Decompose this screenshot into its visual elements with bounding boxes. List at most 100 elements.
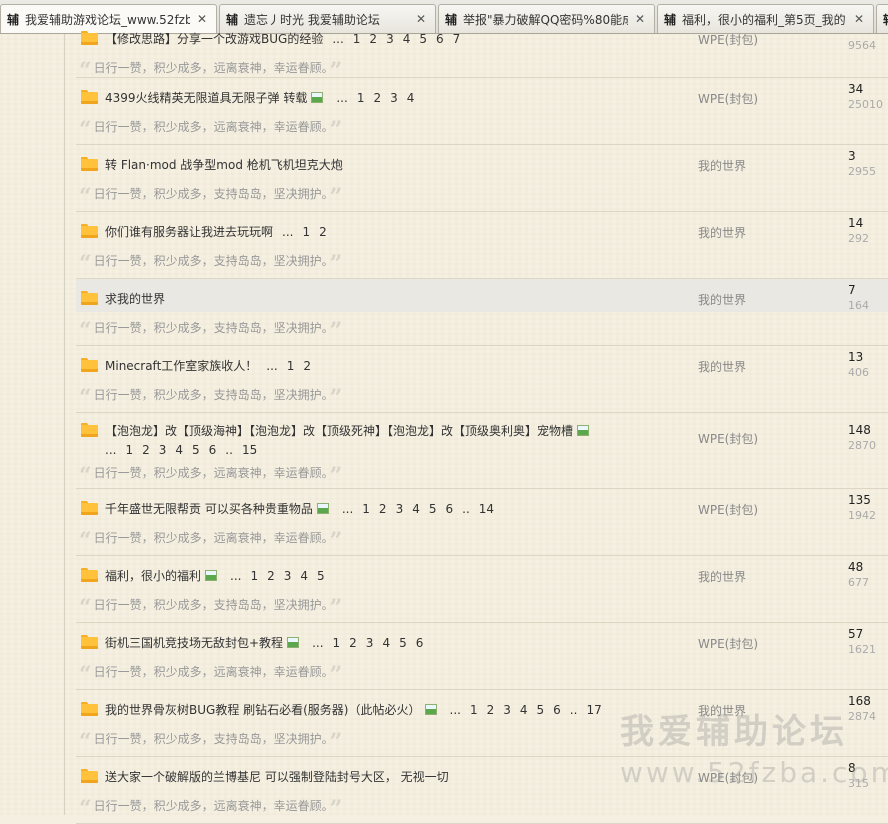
page-link[interactable]: 15	[242, 443, 257, 457]
page-link[interactable]: 2	[349, 636, 357, 650]
page-link[interactable]: 7	[453, 32, 461, 46]
thread-title-text[interactable]: 街机三国机竞技场无敌封包+教程	[105, 636, 283, 650]
thread-title[interactable]: 我的世界骨灰树BUG教程 刷钻石必看(服务器)（此帖必火）... 1 2 3 4 5 6..…	[105, 701, 602, 718]
page-link[interactable]: 1	[302, 225, 310, 239]
forum-name[interactable]: 我的世界	[698, 291, 746, 308]
page-link[interactable]: 2	[303, 359, 311, 373]
thread-row[interactable]: 转 Flan·mod 战争型mod 枪机飞机坦克大炮 我的世界 3 2955 “日行一赞…	[76, 145, 888, 212]
page-link[interactable]: 3	[503, 703, 511, 717]
page-link[interactable]: 1	[353, 32, 361, 46]
thread-title[interactable]: 送大家一个破解版的兰博基尼 可以强制登陆封号大区， 无视一切	[105, 768, 449, 785]
page-ellipsis: ...	[282, 225, 294, 239]
thread-title[interactable]: 街机三国机竞技场无敌封包+教程 ... 1 2 3 4 5 6	[105, 634, 423, 651]
signature-line: “日行一赞，积少成多，支持岛岛，坚决拥护。”	[79, 729, 342, 755]
quote-open-icon: “	[79, 729, 92, 755]
page-link[interactable]: 1	[333, 636, 341, 650]
page-link[interactable]: 1	[470, 703, 478, 717]
page-link[interactable]: 4	[300, 569, 308, 583]
page-link[interactable]: 6	[209, 443, 217, 457]
page-links: ... 1 2 3 4 5 6.. 17	[441, 703, 602, 717]
thread-row[interactable]: 求我的世界 我的世界 7 164 “日行一赞，积少成多，支持岛岛，坚决拥护。”	[76, 279, 888, 346]
page-link[interactable]: 3	[396, 502, 404, 516]
page-link[interactable]: 6	[436, 32, 444, 46]
folder-icon	[81, 702, 98, 716]
thread-row[interactable]: 【泡泡龙】改【顶级海神】【泡泡龙】改【顶级死神】【泡泡龙】改【顶级奥利奥】宠物槽…	[76, 413, 888, 489]
page-link[interactable]: 4	[412, 502, 420, 516]
thread-title[interactable]: 4399火线精英无限道具无限子弹 转载... 1 2 3 4	[105, 89, 414, 106]
page-link[interactable]: 4	[175, 443, 183, 457]
thread-row[interactable]: 你们谁有服务器让我进去玩玩啊... 1 2 我的世界 14 292 “日行一赞，积少成多，支…	[76, 212, 888, 279]
page-link[interactable]: 5	[317, 569, 325, 583]
forum-name[interactable]: 我的世界	[698, 568, 746, 585]
page-link[interactable]: 5	[419, 32, 427, 46]
forum-name[interactable]: 我的世界	[698, 358, 746, 375]
page-link[interactable]: 2	[379, 502, 387, 516]
page-link[interactable]: 2	[319, 225, 327, 239]
page-link[interactable]: 5	[537, 703, 545, 717]
thread-title[interactable]: 千年盛世无限帮贡 可以买各种贵重物品... 1 2 3 4 5 6.. 14	[105, 500, 494, 517]
thread-title-text[interactable]: 送大家一个破解版的兰博基尼 可以强制登陆封号大区， 无视一切	[105, 770, 449, 784]
forum-name[interactable]: WPE(封包)	[698, 430, 758, 447]
thread-row[interactable]: 【修改思路】分享一个改游戏BUG的经验... 1 2 3 4 5 6 7 WPE(封包) 9564…	[76, 19, 888, 84]
page-link[interactable]: 2	[142, 443, 150, 457]
page-link[interactable]: 4	[403, 32, 411, 46]
page-link[interactable]: 3	[366, 636, 374, 650]
page-link[interactable]: 2	[373, 91, 381, 105]
page-link[interactable]: 14	[479, 502, 494, 516]
page-links: ... 1 2 3 4 5 6	[303, 636, 423, 650]
thread-title-text[interactable]: 转 Flan·mod 战争型mod 枪机飞机坦克大炮	[105, 158, 343, 172]
thread-title-text[interactable]: 求我的世界	[105, 292, 165, 306]
forum-name[interactable]: WPE(封包)	[698, 635, 758, 652]
forum-name[interactable]: 我的世界	[698, 157, 746, 174]
forum-name[interactable]: WPE(封包)	[698, 501, 758, 518]
page-link[interactable]: 1	[125, 443, 133, 457]
page-link[interactable]: 5	[192, 443, 200, 457]
page-link[interactable]: 6	[553, 703, 561, 717]
page-links: ... 1 2 3 4 5 6.. 15	[105, 443, 257, 457]
page-link[interactable]: 1	[357, 91, 365, 105]
forum-name[interactable]: WPE(封包)	[698, 31, 758, 48]
thread-title-text[interactable]: 千年盛世无限帮贡 可以买各种贵重物品	[105, 502, 313, 516]
page-link[interactable]: 2	[267, 569, 275, 583]
page-link[interactable]: 3	[159, 443, 167, 457]
page-link[interactable]: 5	[429, 502, 437, 516]
page-link[interactable]: 3	[386, 32, 394, 46]
page-link[interactable]: 3	[390, 91, 398, 105]
thread-title-text[interactable]: 【修改思路】分享一个改游戏BUG的经验	[105, 32, 323, 46]
thread-title-text[interactable]: 福利，很小的福利	[105, 569, 201, 583]
thread-title[interactable]: 转 Flan·mod 战争型mod 枪机飞机坦克大炮	[105, 156, 343, 173]
thread-title[interactable]: 【修改思路】分享一个改游戏BUG的经验... 1 2 3 4 5 6 7	[105, 30, 460, 47]
page-link[interactable]: 4	[520, 703, 528, 717]
thread-title[interactable]: 求我的世界	[105, 290, 165, 307]
thread-title-text[interactable]: 我的世界骨灰树BUG教程 刷钻石必看(服务器)（此帖必火）	[105, 703, 421, 717]
thread-row[interactable]: 福利，很小的福利... 1 2 3 4 5 我的世界 48 677 “日行一赞，积少成多，支持岛岛…	[76, 556, 888, 623]
page-link[interactable]: 4	[382, 636, 390, 650]
page-link[interactable]: 6	[416, 636, 424, 650]
thread-title[interactable]: 你们谁有服务器让我进去玩玩啊... 1 2	[105, 223, 327, 240]
page-link[interactable]: 1	[362, 502, 370, 516]
page-link[interactable]: 5	[399, 636, 407, 650]
page-link[interactable]: 17	[586, 703, 601, 717]
forum-name[interactable]: WPE(封包)	[698, 90, 758, 107]
page-link[interactable]: 1	[250, 569, 258, 583]
thread-title-text[interactable]: Minecraft工作室家族收人！	[105, 359, 257, 373]
thread-title[interactable]: 福利，很小的福利... 1 2 3 4 5	[105, 567, 325, 584]
thread-title-text[interactable]: 4399火线精英无限道具无限子弹 转载	[105, 91, 307, 105]
forum-name[interactable]: 我的世界	[698, 224, 746, 241]
page-link[interactable]: 3	[284, 569, 292, 583]
thread-title-text[interactable]: 你们谁有服务器让我进去玩玩啊	[105, 225, 273, 239]
thread-row[interactable]: 千年盛世无限帮贡 可以买各种贵重物品... 1 2 3 4 5 6.. 14 WPE(封包) 13…	[76, 489, 888, 556]
page-link[interactable]: 2	[369, 32, 377, 46]
page-ellipsis: ...	[449, 703, 461, 717]
thread-title-text[interactable]: 【泡泡龙】改【顶级海神】【泡泡龙】改【顶级死神】【泡泡龙】改【顶级奥利奥】宠物槽	[105, 424, 573, 438]
thread-title[interactable]: Minecraft工作室家族收人！... 1 2	[105, 357, 311, 374]
page-link[interactable]: 6	[445, 502, 453, 516]
thread-row[interactable]: 街机三国机竞技场无敌封包+教程... 1 2 3 4 5 6 WPE(封包) 57 1621 “日行…	[76, 623, 888, 690]
thread-row[interactable]: Minecraft工作室家族收人！... 1 2 我的世界 13 406 “日行一赞，积少成…	[76, 346, 888, 413]
quote-close-icon: ”	[329, 528, 343, 554]
thread-title[interactable]: 【泡泡龙】改【顶级海神】【泡泡龙】改【顶级死神】【泡泡龙】改【顶级奥利奥】宠物槽…	[105, 422, 593, 460]
page-link[interactable]: 2	[487, 703, 495, 717]
page-link[interactable]: 1	[287, 359, 295, 373]
thread-row[interactable]: 4399火线精英无限道具无限子弹 转载... 1 2 3 4 WPE(封包) 34 25010…	[76, 78, 888, 145]
page-link[interactable]: 4	[407, 91, 415, 105]
